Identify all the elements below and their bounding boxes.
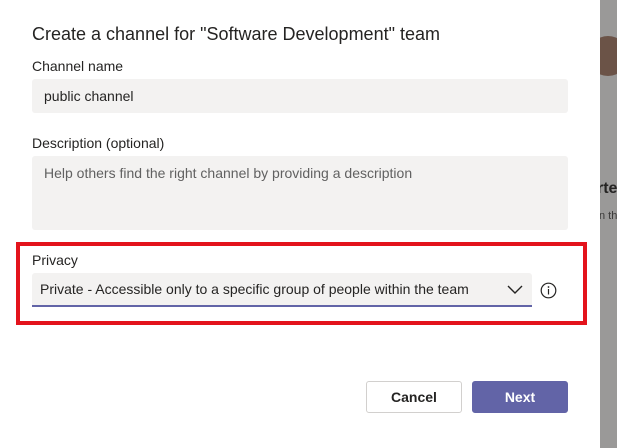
privacy-label: Privacy bbox=[32, 252, 78, 268]
description-label: Description (optional) bbox=[32, 135, 165, 151]
background-text: n th bbox=[600, 210, 617, 222]
avatar bbox=[600, 36, 617, 76]
background-app: rte n th bbox=[600, 0, 617, 448]
privacy-selected-value: Private - Accessible only to a specific … bbox=[40, 281, 469, 297]
create-channel-dialog: Create a channel for "Software Developme… bbox=[0, 0, 600, 448]
cancel-button[interactable]: Cancel bbox=[366, 381, 462, 413]
channel-name-label: Channel name bbox=[32, 58, 124, 74]
info-icon[interactable] bbox=[540, 282, 557, 299]
channel-name-input[interactable] bbox=[32, 79, 568, 113]
next-button[interactable]: Next bbox=[472, 381, 568, 413]
chevron-down-icon bbox=[507, 285, 523, 294]
dialog-title: Create a channel for "Software Developme… bbox=[32, 24, 440, 44]
description-input[interactable] bbox=[32, 156, 568, 230]
background-heading: rte bbox=[600, 180, 617, 197]
privacy-dropdown[interactable]: Private - Accessible only to a specific … bbox=[32, 273, 532, 307]
